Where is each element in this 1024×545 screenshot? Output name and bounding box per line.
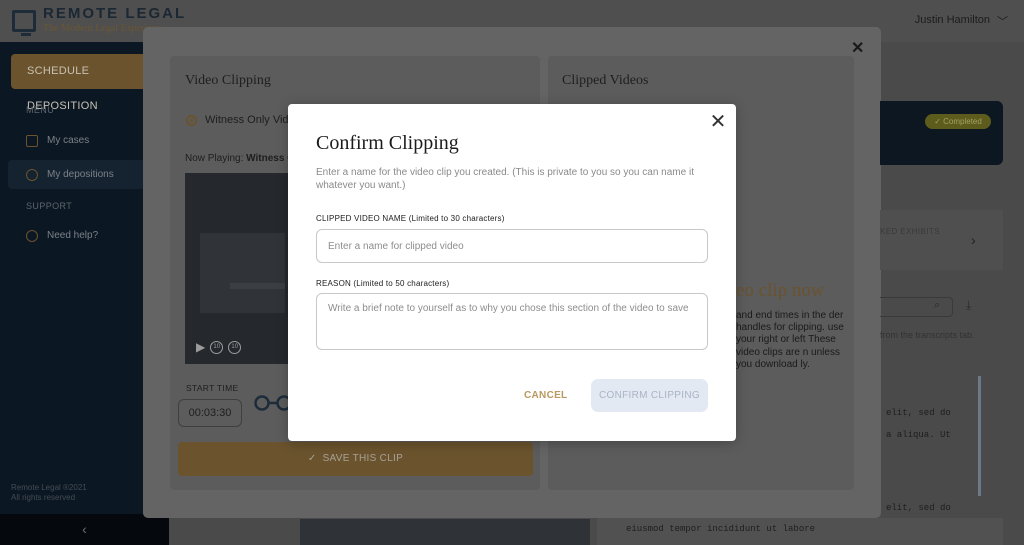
transcript-line: a aliqua. Ut	[886, 430, 951, 440]
video-scene	[200, 233, 285, 313]
forward-icon[interactable]: 10	[228, 340, 242, 354]
transcript-line: elit, sed do	[886, 408, 951, 418]
download-icon[interactable]: ⤓	[966, 298, 971, 313]
video-clipping-title: Video Clipping	[185, 73, 271, 88]
confirm-clipping-button[interactable]: CONFIRM CLIPPING	[591, 379, 708, 412]
witness-only-radio[interactable]: Witness Only Video	[186, 114, 301, 126]
transcripts-hint: from the transcripts tab.	[880, 330, 975, 340]
start-time-field[interactable]: 00:03:30	[178, 399, 242, 427]
schedule-deposition-button[interactable]: SCHEDULE DEPOSITION	[11, 54, 161, 112]
check-icon: ✓	[307, 453, 317, 464]
video-scene-detail	[230, 283, 285, 289]
modal-description: Enter a name for the video clip you crea…	[316, 167, 694, 191]
radio-label: Witness Only Video	[205, 114, 301, 126]
reason-input[interactable]	[316, 293, 708, 350]
sidebar-collapse-button[interactable]: ‹	[0, 514, 169, 545]
rights-line: All rights reserved	[11, 493, 76, 502]
empty-state-title: eo clip now	[736, 280, 825, 301]
close-icon[interactable]: ✕	[851, 38, 864, 58]
rewind-icon[interactable]: 10	[210, 340, 224, 354]
radio-selected-icon	[186, 114, 197, 126]
clipped-video-name-input[interactable]	[316, 229, 708, 263]
help-icon	[26, 229, 38, 242]
modal-title: Confirm Clipping	[316, 132, 459, 154]
clipped-video-name-label: CLIPPED VIDEO NAME (Limited to 30 charac…	[316, 214, 505, 223]
copyright-line: Remote Legal ®2021	[11, 483, 87, 492]
transcript-scrollbar[interactable]	[978, 376, 981, 496]
video-player[interactable]	[185, 173, 295, 364]
close-icon[interactable]: ✕	[709, 112, 727, 132]
chevron-down-icon[interactable]: ﹀	[997, 13, 1008, 29]
cancel-button[interactable]: CANCEL	[524, 390, 567, 401]
cases-icon	[26, 134, 38, 147]
exhibits-label: KED EXHIBITS	[880, 227, 940, 236]
exhibits-card[interactable]	[880, 210, 1003, 270]
clip-handle-icon[interactable]	[253, 394, 293, 412]
logo-title: REMOTE LEGAL	[43, 5, 187, 22]
person-icon	[26, 168, 38, 181]
now-playing-prefix: Now Playing:	[185, 153, 247, 164]
witness-video-feed	[300, 519, 590, 545]
status-text: Completed	[943, 117, 982, 126]
transcript-line: elit, sed do	[886, 503, 951, 513]
sidebar-item-label: My cases	[47, 135, 90, 146]
play-icon[interactable]: ▶	[196, 340, 205, 354]
save-clip-label: SAVE THIS CLIP	[322, 453, 404, 464]
clipped-videos-title: Clipped Videos	[562, 73, 649, 88]
chevron-right-icon[interactable]: ›	[971, 232, 976, 248]
status-badge: ✓ Completed	[925, 114, 991, 129]
reason-label: REASON (Limited to 50 characters)	[316, 279, 450, 288]
transcript-line: eiusmod tempor incididunt ut labore	[626, 524, 816, 534]
search-icon[interactable]: ⌕	[934, 299, 940, 312]
sidebar-item-label: My depositions	[47, 169, 114, 180]
user-name[interactable]: Justin Hamilton	[915, 14, 990, 26]
support-section-label: SUPPORT	[26, 201, 73, 211]
menu-section-label: MENU	[26, 105, 55, 115]
copyright: Remote Legal ®2021 All rights reserved	[11, 483, 87, 503]
video-controls: ▶ 10 10	[196, 340, 242, 354]
sidebar-item-label: Need help?	[47, 230, 99, 241]
transcript-search-input[interactable]	[880, 297, 953, 317]
monitor-logo-icon	[12, 9, 36, 36]
empty-state-description: and end times in the der handles for cli…	[736, 310, 844, 370]
start-time-label: START TIME	[186, 383, 239, 393]
save-this-clip-button[interactable]: ✓ SAVE THIS CLIP	[178, 442, 533, 476]
confirm-clipping-modal: ✕ Confirm Clipping Enter a name for the …	[288, 104, 736, 441]
deposition-card	[880, 101, 1003, 165]
